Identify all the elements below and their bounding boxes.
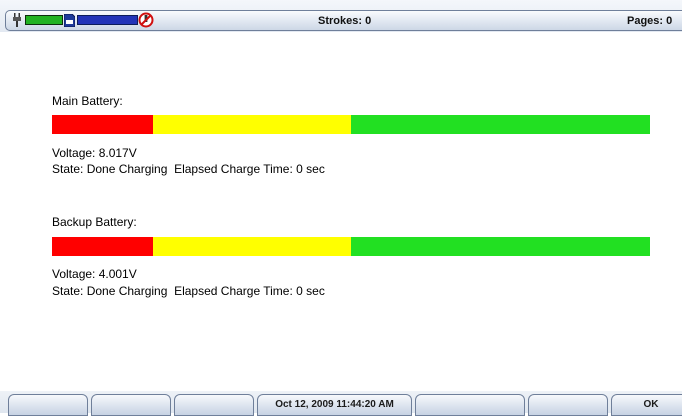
main-battery-voltage: Voltage: 8.017V <box>52 146 137 160</box>
main-battery-level-bar <box>52 115 650 134</box>
sd-card-icon <box>64 14 75 27</box>
backup-battery-state: State: Done Charging Elapsed Charge Time… <box>52 284 325 298</box>
no-entry-icon <box>138 12 154 28</box>
pages-count: Pages: 0 <box>627 15 673 27</box>
main-battery-state: State: Done Charging Elapsed Charge Time… <box>52 162 325 176</box>
backup-battery-level-bar <box>52 237 650 256</box>
backup-battery-voltage: Voltage: 4.001V <box>52 267 137 281</box>
main-battery-bar-yellow-zone <box>153 115 351 134</box>
power-plug-icon <box>13 13 21 27</box>
main-battery-title: Main Battery: <box>52 94 123 108</box>
strokes-count: Strokes: 0 <box>318 15 372 27</box>
memory-level-icon <box>77 15 138 25</box>
backup-battery-bar-red-zone <box>52 237 153 256</box>
backup-battery-title: Backup Battery: <box>52 215 137 229</box>
backup-battery-bar-yellow-zone <box>153 237 351 256</box>
backup-battery-bar-green-zone <box>351 237 650 256</box>
battery-level-icon <box>25 15 63 25</box>
main-battery-bar-red-zone <box>52 115 153 134</box>
main-battery-bar-green-zone <box>351 115 650 134</box>
